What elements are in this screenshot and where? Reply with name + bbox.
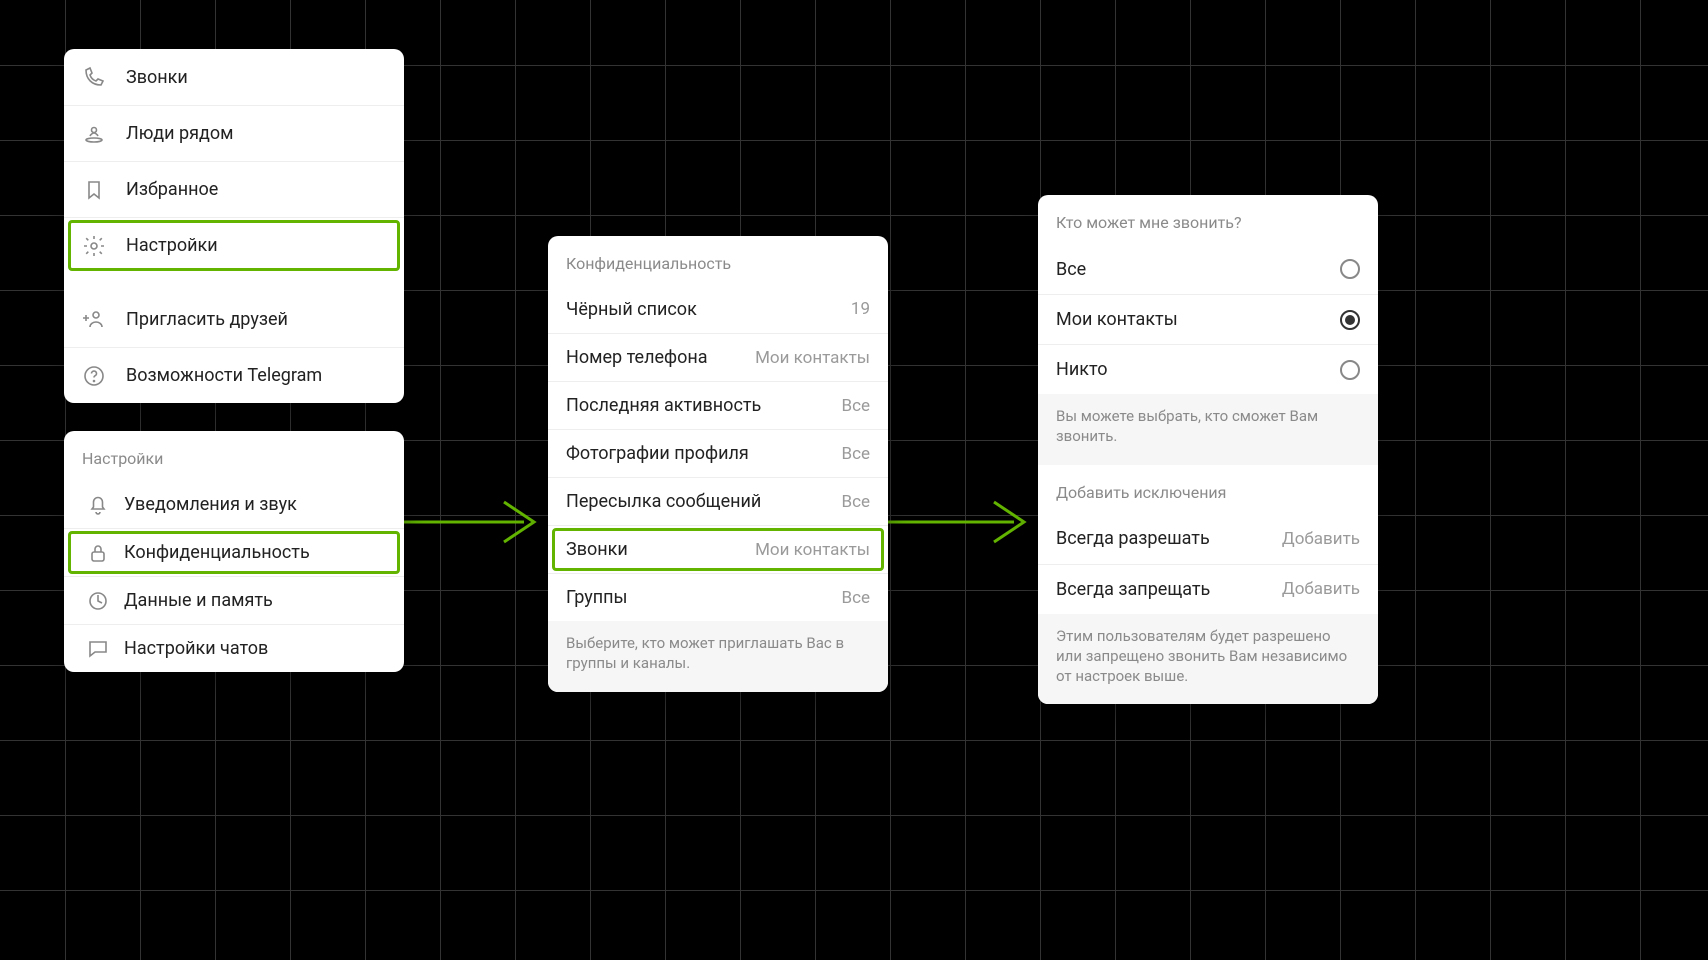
menu-item-calls[interactable]: Звонки [64, 49, 404, 105]
menu-item-settings[interactable]: Настройки [64, 217, 404, 273]
lock-icon [86, 541, 124, 565]
exception-action: Добавить [1282, 529, 1360, 549]
calls-header: Кто может мне звонить? [1038, 195, 1378, 244]
privacy-item-lastseen[interactable]: Последняя активность Все [548, 381, 888, 429]
privacy-item-phone[interactable]: Номер телефона Мои контакты [548, 333, 888, 381]
people-nearby-icon [82, 122, 126, 146]
privacy-value: Все [841, 588, 870, 608]
settings-label: Конфиденциальность [124, 542, 386, 563]
privacy-value: Все [841, 492, 870, 512]
settings-label: Настройки чатов [124, 638, 386, 659]
privacy-item-blacklist[interactable]: Чёрный список 19 [548, 285, 888, 333]
menu-label: Звонки [126, 67, 386, 88]
privacy-value: Мои контакты [755, 540, 870, 560]
exception-always-deny[interactable]: Всегда запрещать Добавить [1038, 564, 1378, 614]
chat-icon [86, 637, 124, 661]
gear-icon [82, 234, 126, 258]
bell-icon [86, 492, 124, 516]
help-icon [82, 364, 126, 388]
calls-privacy-card: Кто может мне звонить? Все Мои контакты … [1038, 195, 1378, 704]
exception-action: Добавить [1282, 579, 1360, 599]
radio-icon [1340, 310, 1360, 330]
settings-card: Настройки Уведомления и звук Конфиденциа… [64, 431, 404, 672]
invite-icon [82, 307, 126, 331]
privacy-value: Все [841, 396, 870, 416]
settings-item-chat[interactable]: Настройки чатов [64, 624, 404, 672]
exception-label: Всегда разрешать [1056, 528, 1282, 549]
option-label: Никто [1056, 359, 1340, 380]
option-label: Мои контакты [1056, 309, 1340, 330]
option-label: Все [1056, 259, 1340, 280]
settings-item-privacy[interactable]: Конфиденциальность [64, 528, 404, 576]
privacy-label: Звонки [566, 539, 755, 560]
privacy-value: Мои контакты [755, 348, 870, 368]
settings-label: Данные и память [124, 590, 386, 611]
privacy-item-calls[interactable]: Звонки Мои контакты [548, 525, 888, 573]
menu-item-invite[interactable]: Пригласить друзей [64, 291, 404, 347]
menu-item-features[interactable]: Возможности Telegram [64, 347, 404, 403]
privacy-label: Номер телефона [566, 347, 755, 368]
calls-option-all[interactable]: Все [1038, 244, 1378, 294]
exceptions-header: Добавить исключения [1038, 465, 1378, 514]
calls-note-1: Вы можете выбрать, кто сможет Вам звонит… [1038, 394, 1378, 465]
privacy-label: Последняя активность [566, 395, 841, 416]
privacy-item-photo[interactable]: Фотографии профиля Все [548, 429, 888, 477]
privacy-label: Группы [566, 587, 841, 608]
privacy-value: Все [841, 444, 870, 464]
privacy-footer-note: Выберите, кто может приглашать Вас в гру… [548, 621, 888, 692]
phone-icon [82, 65, 126, 89]
data-icon [86, 589, 124, 613]
menu-label: Избранное [126, 179, 386, 200]
privacy-label: Чёрный список [566, 299, 851, 320]
menu-label: Настройки [126, 235, 386, 256]
privacy-header: Конфиденциальность [548, 236, 888, 285]
calls-note-2: Этим пользователям будет разрешено или з… [1038, 614, 1378, 705]
calls-option-contacts[interactable]: Мои контакты [1038, 294, 1378, 344]
privacy-label: Пересылка сообщений [566, 491, 841, 512]
flow-arrow-2 [888, 498, 1038, 546]
exception-always-allow[interactable]: Всегда разрешать Добавить [1038, 514, 1378, 564]
flow-arrow-1 [404, 498, 548, 546]
menu-item-nearby[interactable]: Люди рядом [64, 105, 404, 161]
bookmark-icon [82, 178, 126, 202]
settings-label: Уведомления и звук [124, 494, 386, 515]
menu-label: Возможности Telegram [126, 365, 386, 386]
menu-label: Люди рядом [126, 123, 386, 144]
menu-item-saved[interactable]: Избранное [64, 161, 404, 217]
menu-label: Пригласить друзей [126, 309, 386, 330]
radio-icon [1340, 259, 1360, 279]
settings-header: Настройки [64, 431, 404, 480]
privacy-item-forward[interactable]: Пересылка сообщений Все [548, 477, 888, 525]
privacy-card: Конфиденциальность Чёрный список 19 Номе… [548, 236, 888, 692]
settings-item-notifications[interactable]: Уведомления и звук [64, 480, 404, 528]
privacy-label: Фотографии профиля [566, 443, 841, 464]
privacy-value: 19 [851, 299, 870, 319]
main-menu-card: Звонки Люди рядом Избранное Настройки Пр… [64, 49, 404, 403]
menu-gap [64, 273, 404, 291]
privacy-item-groups[interactable]: Группы Все [548, 573, 888, 621]
exception-label: Всегда запрещать [1056, 579, 1282, 600]
calls-option-nobody[interactable]: Никто [1038, 344, 1378, 394]
settings-item-data[interactable]: Данные и память [64, 576, 404, 624]
radio-icon [1340, 360, 1360, 380]
